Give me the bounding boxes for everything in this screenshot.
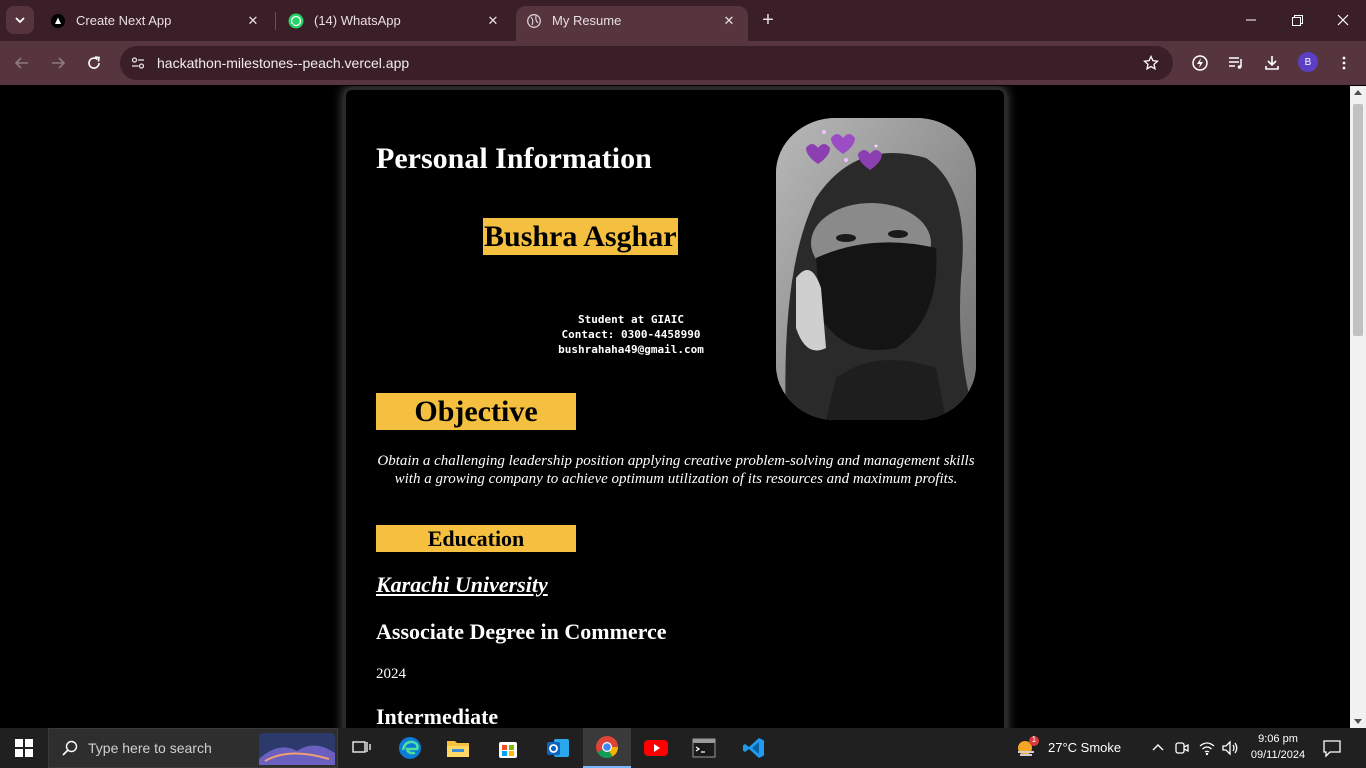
objective-text: Obtain a challenging leadership position… bbox=[377, 453, 975, 487]
contact-line-email: bushrahaha49@gmail.com bbox=[558, 343, 704, 356]
windows-taskbar: Type here to search 1 27°C Smoke 9:06 pm… bbox=[0, 728, 1366, 768]
bookmark-star-icon[interactable] bbox=[1137, 49, 1165, 77]
chevron-up-icon[interactable] bbox=[1150, 740, 1166, 761]
profile-photo bbox=[776, 118, 976, 420]
meet-now-icon[interactable] bbox=[1174, 740, 1190, 761]
url-text[interactable]: hackathon-milestones--peach.vercel.app bbox=[157, 55, 1137, 71]
tab-separator bbox=[275, 12, 276, 30]
education-heading: Education bbox=[376, 525, 576, 552]
system-clock[interactable]: 9:06 pm 09/11/2024 bbox=[1242, 731, 1314, 763]
folder-icon bbox=[447, 741, 469, 757]
tab-create-next-app[interactable]: Create Next App ✕ bbox=[40, 6, 272, 35]
address-bar[interactable]: hackathon-milestones--peach.vercel.app bbox=[120, 46, 1173, 80]
media-controls-icon[interactable] bbox=[1222, 49, 1250, 77]
taskbar-vscode[interactable] bbox=[730, 728, 778, 768]
taskbar-youtube[interactable] bbox=[632, 728, 680, 768]
reload-button[interactable] bbox=[80, 49, 108, 77]
taskbar-outlook[interactable] bbox=[534, 728, 582, 768]
new-tab-button[interactable]: + bbox=[756, 8, 780, 32]
taskbar-file-explorer[interactable] bbox=[434, 728, 482, 768]
youtube-icon bbox=[644, 740, 668, 756]
terminal-icon bbox=[692, 738, 716, 758]
nextjs-icon bbox=[50, 13, 66, 29]
profile-avatar[interactable]: B bbox=[1298, 52, 1318, 72]
clock-time: 9:06 pm bbox=[1258, 733, 1298, 745]
outlook-icon bbox=[547, 739, 569, 757]
minimize-button[interactable] bbox=[1228, 0, 1274, 40]
restore-button[interactable] bbox=[1274, 0, 1320, 40]
start-button[interactable] bbox=[0, 728, 48, 768]
whatsapp-icon bbox=[288, 13, 304, 29]
contact-line-phone: Contact: 0300-4458990 bbox=[561, 328, 701, 341]
weather-badge: 1 bbox=[1031, 735, 1037, 744]
arrow-left-icon bbox=[14, 57, 28, 69]
download-icon[interactable] bbox=[1258, 49, 1286, 77]
back-button[interactable] bbox=[8, 49, 36, 77]
restore-icon bbox=[1291, 14, 1303, 26]
resume-card: Personal Information Bushra Asghar Stude… bbox=[344, 88, 1006, 728]
more-menu-icon[interactable] bbox=[1330, 49, 1358, 77]
personal-info-heading: Personal Information bbox=[376, 142, 652, 175]
name-heading: Bushra Asghar bbox=[483, 218, 678, 255]
search-icon bbox=[62, 740, 78, 756]
site-info-icon[interactable] bbox=[124, 49, 152, 77]
weather-text[interactable]: 27°C Smoke bbox=[1048, 740, 1121, 755]
tab-search-button[interactable] bbox=[6, 6, 34, 34]
taskbar-edge[interactable] bbox=[386, 728, 434, 768]
degree-title: Associate Degree in Commerce bbox=[376, 619, 667, 644]
page-viewport: Personal Information Bushra Asghar Stude… bbox=[0, 86, 1350, 728]
task-view-button[interactable] bbox=[338, 728, 386, 768]
scroll-down-icon[interactable] bbox=[1354, 719, 1362, 724]
school-name: Karachi University bbox=[376, 572, 548, 597]
extension-icon[interactable] bbox=[1186, 49, 1214, 77]
tab-whatsapp[interactable]: (14) WhatsApp ✕ bbox=[278, 6, 512, 35]
edge-icon bbox=[399, 737, 421, 759]
search-placeholder: Type here to search bbox=[88, 740, 212, 756]
vscode-icon bbox=[743, 738, 764, 758]
notification-icon[interactable] bbox=[1322, 738, 1342, 763]
page-scrollbar[interactable] bbox=[1350, 86, 1366, 728]
close-icon[interactable]: ✕ bbox=[720, 12, 738, 30]
wifi-icon[interactable] bbox=[1198, 740, 1216, 761]
store-icon bbox=[499, 742, 517, 758]
taskbar-terminal[interactable] bbox=[680, 728, 728, 768]
tab-strip: Create Next App ✕ (14) WhatsApp ✕ My Res… bbox=[0, 0, 1366, 41]
reload-icon bbox=[88, 56, 100, 69]
globe-icon bbox=[526, 13, 542, 29]
tab-title: Create Next App bbox=[76, 13, 172, 28]
forward-button[interactable] bbox=[44, 49, 72, 77]
close-icon bbox=[1337, 14, 1349, 26]
objective-heading: Objective bbox=[376, 393, 576, 430]
taskbar-search-box[interactable]: Type here to search bbox=[48, 728, 338, 768]
browser-toolbar: hackathon-milestones--peach.vercel.app bbox=[0, 41, 1366, 85]
taskbar-store[interactable] bbox=[484, 728, 532, 768]
task-view-icon bbox=[352, 741, 371, 753]
search-highlight-icon bbox=[259, 733, 335, 765]
degree-year: 2024 bbox=[376, 666, 406, 682]
minimize-icon bbox=[1246, 19, 1256, 21]
close-window-button[interactable] bbox=[1320, 0, 1366, 40]
scrollbar-thumb[interactable] bbox=[1353, 104, 1363, 336]
taskbar-chrome[interactable] bbox=[583, 728, 631, 768]
contact-line-role: Student at GIAIC bbox=[578, 313, 684, 326]
clock-date: 09/11/2024 bbox=[1250, 749, 1306, 761]
close-icon[interactable]: ✕ bbox=[484, 12, 502, 30]
volume-icon[interactable] bbox=[1221, 740, 1239, 761]
tab-title: My Resume bbox=[552, 13, 622, 28]
scroll-up-icon[interactable] bbox=[1354, 90, 1362, 95]
chevron-down-icon bbox=[15, 17, 25, 24]
tab-my-resume[interactable]: My Resume ✕ bbox=[516, 6, 748, 41]
tab-title: (14) WhatsApp bbox=[314, 13, 401, 28]
close-icon[interactable]: ✕ bbox=[244, 12, 262, 30]
degree-title: Intermediate bbox=[376, 704, 499, 728]
weather-icon[interactable]: 1 bbox=[1014, 735, 1040, 760]
chrome-icon bbox=[596, 736, 618, 758]
contact-block: Student at GIAIC Contact: 0300-4458990 b… bbox=[536, 312, 726, 357]
windows-logo-icon bbox=[15, 739, 33, 757]
arrow-right-icon bbox=[52, 57, 66, 69]
